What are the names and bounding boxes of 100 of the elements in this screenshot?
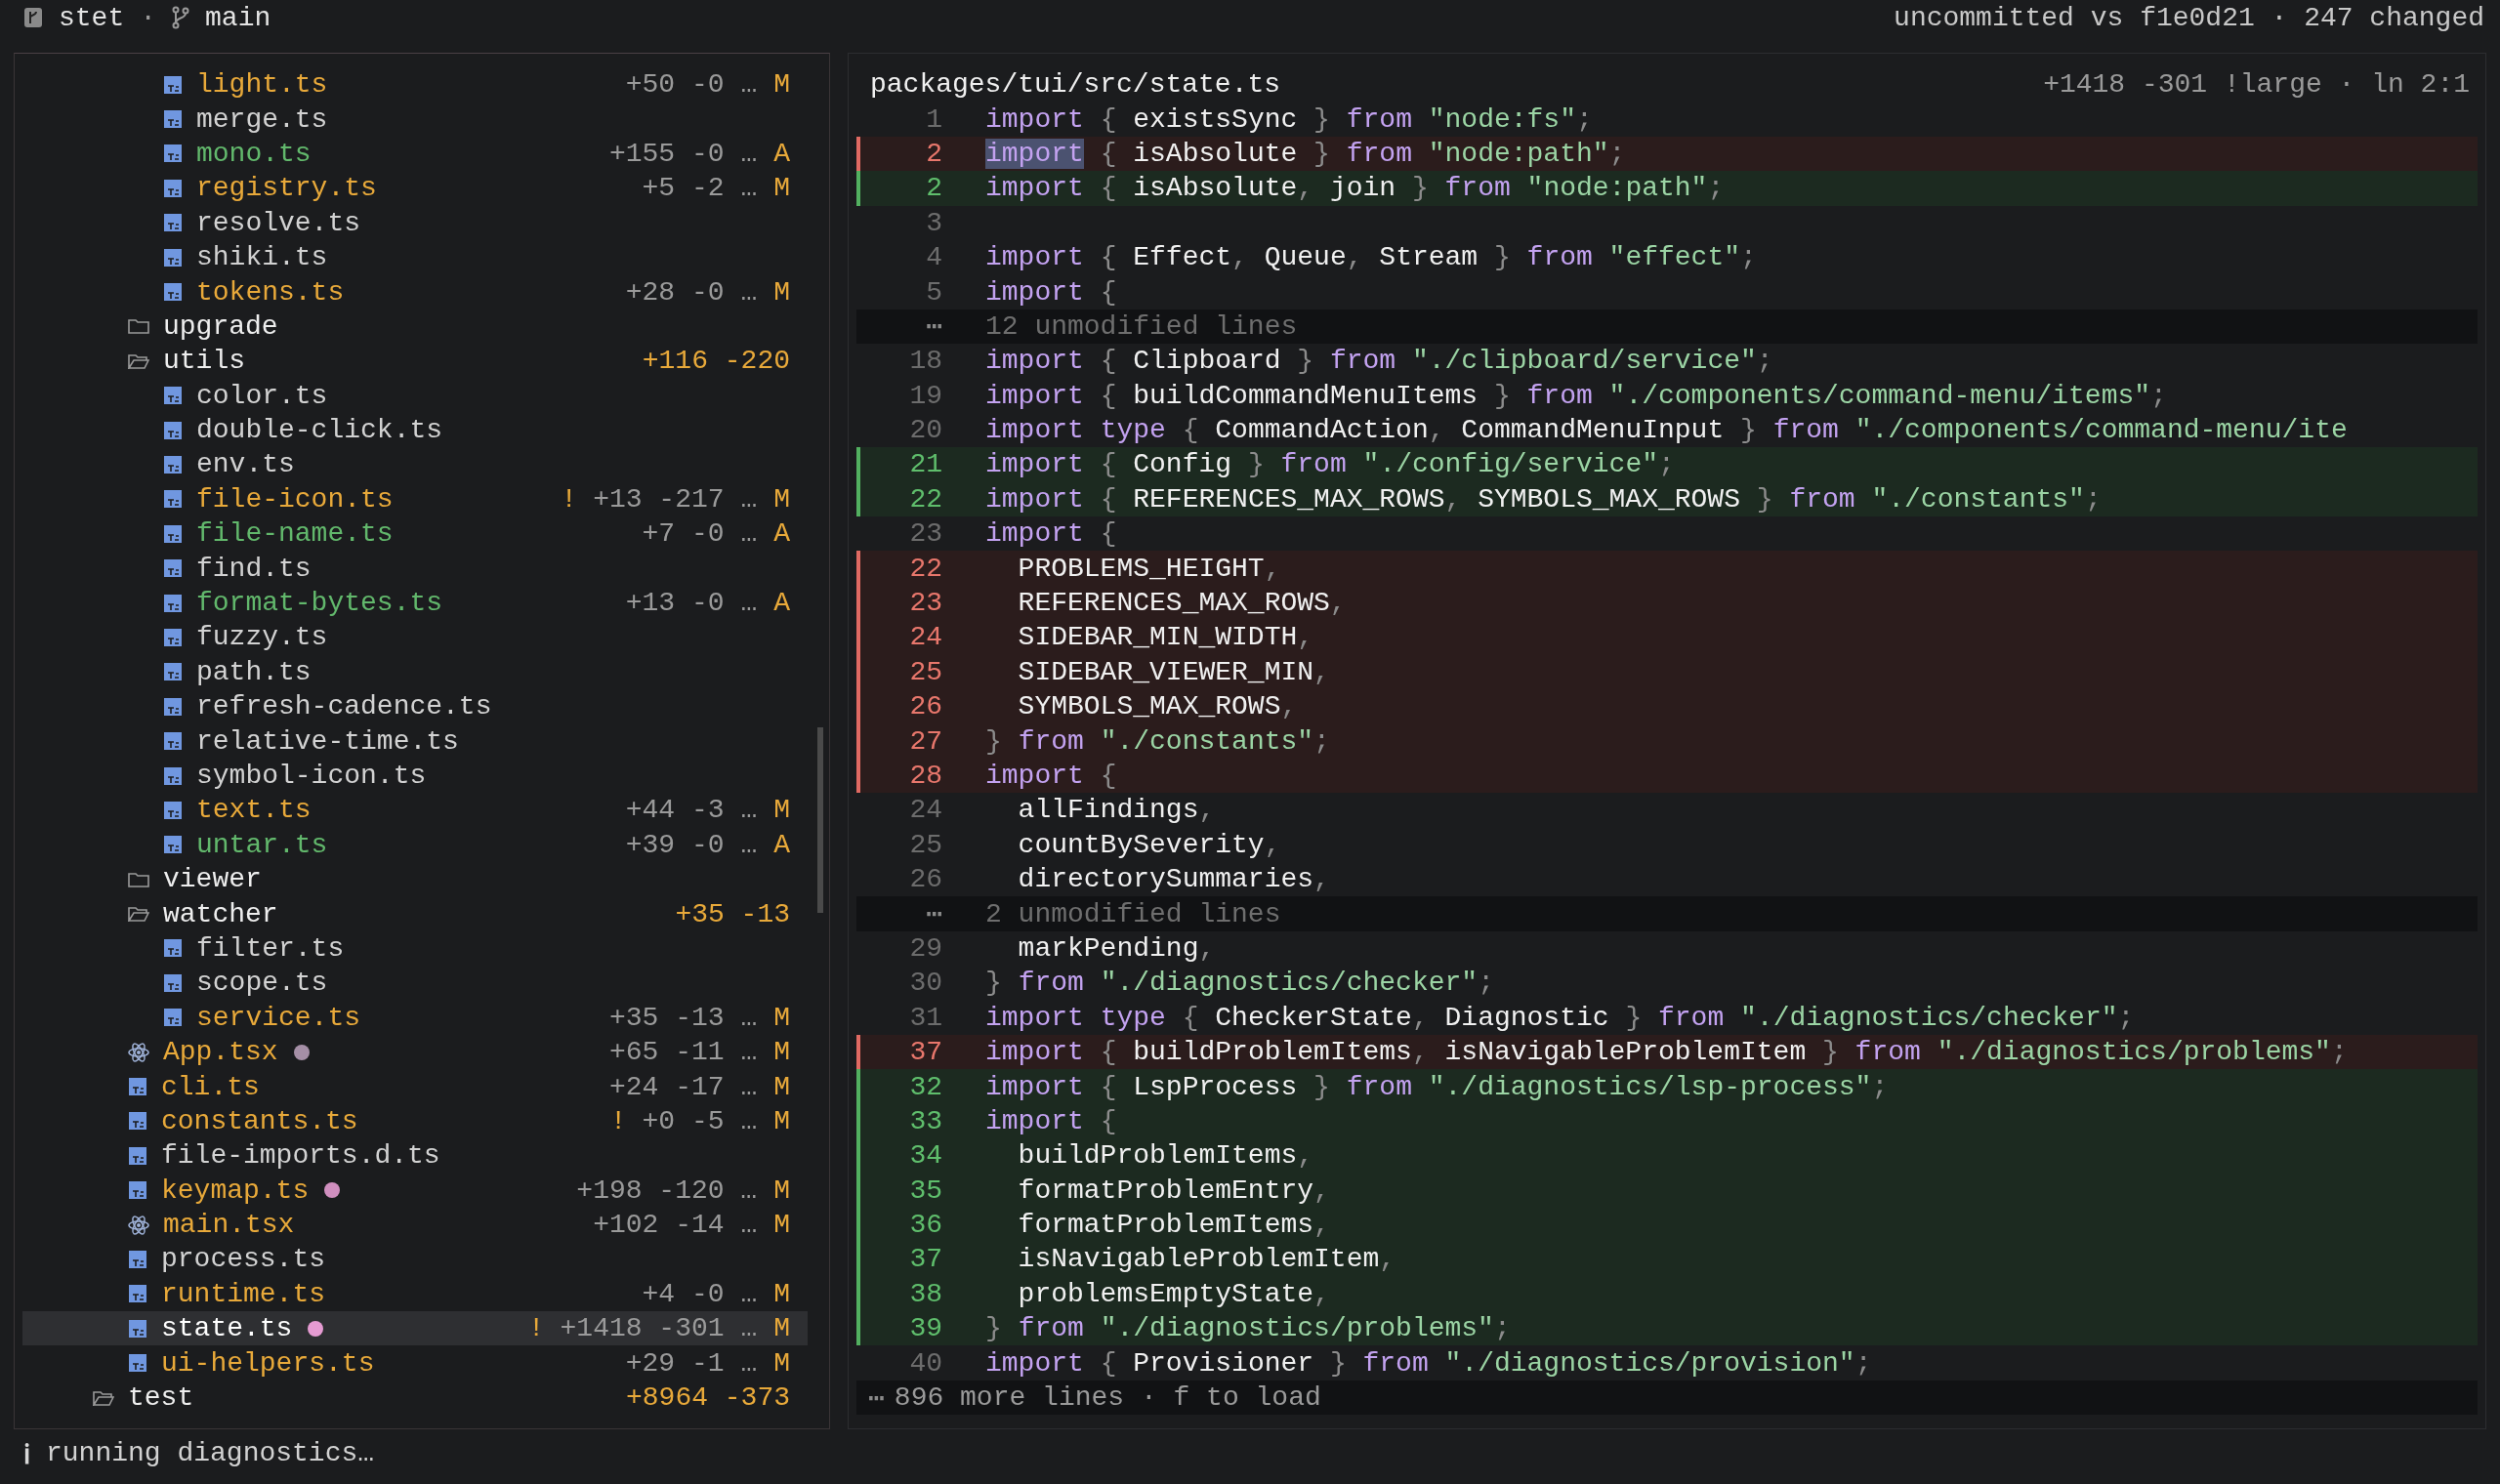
file-tree-row[interactable]: mono.ts +155 -0 … A (22, 136, 808, 172)
typescript-file-icon (128, 1180, 147, 1201)
file-tree-row[interactable]: runtime.ts +4 -0 … M (22, 1276, 808, 1312)
line-number: 1 (925, 103, 943, 135)
file-tree-row[interactable]: refresh-cadence.ts (22, 689, 808, 724)
line-number: 37 (908, 1037, 943, 1068)
file-name: env.ts (196, 449, 295, 480)
file-tree-row[interactable]: env.ts (22, 447, 808, 482)
file-tree-row[interactable]: scope.ts (22, 966, 808, 1001)
git-status: M (773, 1278, 790, 1309)
scrollbar[interactable] (817, 727, 823, 913)
file-tree-row[interactable]: state.ts ! +1418 -301 … M (22, 1311, 808, 1346)
line-number: 23 (908, 588, 943, 619)
atom-icon (128, 1214, 149, 1236)
typescript-file-icon (163, 455, 183, 474)
change-stats: +13 -217 … (593, 483, 758, 515)
file-tree-row[interactable]: main.tsx +102 -14 … M (22, 1207, 808, 1243)
file-tree-row[interactable]: file-name.ts +7 -0 … A (22, 516, 808, 552)
typescript-file-icon (163, 765, 183, 786)
git-status: M (773, 1105, 790, 1136)
typescript-file-icon (163, 696, 183, 717)
collapsed-lines-row[interactable]: ⋯ 896 more lines · f to load (856, 1380, 2478, 1416)
line-number: 22 (908, 553, 943, 584)
code-line: } from "./constants"; (985, 725, 1330, 757)
file-tree-row[interactable]: tokens.ts +28 -0 … M (22, 274, 808, 309)
file-tree-row[interactable]: viewer (22, 862, 808, 897)
file-tree-row[interactable]: upgrade (22, 309, 808, 345)
file-tree-row[interactable]: double-click.ts (22, 412, 808, 448)
change-stats: +155 -0 … (608, 138, 758, 169)
file-tree-row[interactable]: shiki.ts (22, 239, 808, 275)
change-stats: +29 -1 … (625, 1347, 758, 1379)
typescript-file-icon (163, 800, 183, 820)
git-status: M (773, 276, 790, 308)
separator-dot: · (140, 2, 157, 33)
code-line: import { buildProblemItems, isNavigableProblemItem } from "./diagnostics/problems"; (985, 1037, 2348, 1068)
file-name: resolve.ts (196, 207, 361, 238)
file-tree-row[interactable]: text.ts +44 -3 … M (22, 793, 808, 828)
status-message: running diagnostics… (46, 1437, 375, 1468)
file-tree-row[interactable]: file-icon.ts ! +13 -217 … M (22, 481, 808, 517)
line-number: 2 (925, 173, 943, 204)
line-number: 18 (908, 346, 943, 377)
git-status: M (773, 1071, 790, 1102)
typescript-file-icon (163, 386, 183, 406)
file-tree-row[interactable]: find.ts (22, 551, 808, 586)
line-number: 24 (908, 622, 943, 653)
code-line: isNavigableProblemItem, (1017, 1244, 1396, 1275)
change-stats: +28 -0 … (625, 276, 758, 308)
git-status: M (773, 1002, 790, 1033)
file-tree-row[interactable]: fuzzy.ts (22, 620, 808, 655)
file-tree-row[interactable]: filter.ts (22, 930, 808, 967)
file-tree-row[interactable]: test +8964 -373 (22, 1380, 808, 1416)
code-line: REFERENCES_MAX_ROWS, (1017, 588, 1347, 619)
code-line: formatProblemItems, (1017, 1210, 1330, 1241)
file-tree-row[interactable]: path.ts (22, 654, 808, 690)
file-tree-row[interactable]: keymap.ts +198 -120 … M (22, 1173, 808, 1208)
typescript-file-icon (163, 1008, 183, 1028)
line-number: 37 (908, 1244, 943, 1275)
typescript-file-icon (163, 972, 183, 993)
file-tree-row[interactable]: format-bytes.ts +13 -0 … A (22, 585, 808, 621)
repository-icon (23, 7, 43, 28)
change-stats: +102 -14 … (593, 1210, 758, 1241)
line-number: 35 (908, 1175, 943, 1206)
file-name: service.ts (196, 1002, 361, 1033)
collapsed-lines-row[interactable]: ⋯ 2 unmodified lines (856, 896, 2478, 931)
file-tree-row[interactable]: file-imports.d.ts (22, 1138, 808, 1174)
file-tree-row[interactable]: constants.ts ! +0 -5 … M (22, 1103, 808, 1139)
file-name: state.ts (161, 1313, 293, 1344)
file-tree-row[interactable]: service.ts +35 -13 … M (22, 1000, 808, 1035)
file-tree-row[interactable]: relative-time.ts (22, 723, 808, 759)
code-line: import { Clipboard } from "./clipboard/service"; (985, 346, 1773, 377)
file-tree-row[interactable]: symbol-icon.ts (22, 758, 808, 794)
typescript-file-icon (128, 1249, 147, 1269)
typescript-file-icon (163, 144, 183, 164)
file-tree-row[interactable]: watcher +35 -13 (22, 896, 808, 931)
file-tree-row[interactable]: color.ts (22, 378, 808, 413)
file-name: test (128, 1382, 194, 1414)
change-stats: +24 -17 … (608, 1071, 758, 1102)
line-number: 40 (908, 1347, 943, 1379)
file-name: process.ts (161, 1244, 326, 1275)
file-tree-row[interactable]: utils +116 -220 (22, 344, 808, 379)
file-name: filter.ts (196, 932, 345, 964)
file-tree-row[interactable]: light.ts +50 -0 … M (22, 67, 808, 103)
change-stats: +116 -220 (642, 346, 790, 377)
git-status: A (773, 829, 790, 860)
file-tree-row[interactable]: cli.ts +24 -17 … M (22, 1069, 808, 1104)
file-name: utils (163, 346, 245, 377)
line-number: 38 (908, 1278, 943, 1309)
file-tree-row[interactable]: ui-helpers.ts +29 -1 … M (22, 1345, 808, 1381)
git-status: M (773, 795, 790, 826)
file-tree-row[interactable]: registry.ts +5 -2 … M (22, 171, 808, 206)
file-tree-row[interactable]: process.ts (22, 1242, 808, 1277)
file-tree-row[interactable]: resolve.ts (22, 205, 808, 240)
change-stats: +44 -3 … (625, 795, 758, 826)
code-line: problemsEmptyState, (1017, 1278, 1330, 1309)
file-tree-row[interactable]: App.tsx +65 -11 … M (22, 1034, 808, 1070)
git-status: M (773, 1037, 790, 1068)
file-tree-row[interactable]: untar.ts +39 -0 … A (22, 827, 808, 862)
collapsed-lines-row[interactable]: ⋯ 12 unmodified lines (856, 309, 2478, 345)
git-status: M (773, 1210, 790, 1241)
file-tree-row[interactable]: merge.ts (22, 102, 808, 137)
